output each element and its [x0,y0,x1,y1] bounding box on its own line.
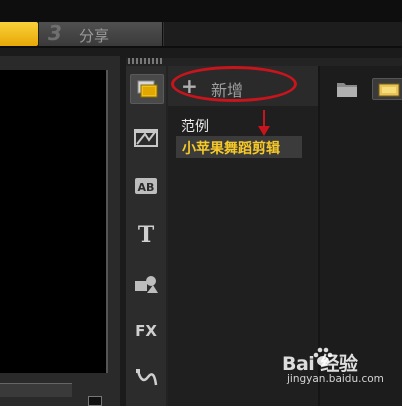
graphic-icon[interactable] [130,270,162,298]
view-mode-button[interactable] [372,78,402,100]
filmstrip-icon [378,83,400,97]
step-number: 3 [48,21,62,45]
panel-drag-handle[interactable] [128,58,164,64]
library-category-bar: AB T FX [126,66,166,406]
preview-scrubber[interactable] [0,383,72,397]
preview-control-button[interactable] [88,396,102,406]
library-item-custom[interactable]: 小苹果舞蹈剪辑 [182,138,280,158]
folder-icon[interactable] [336,80,358,98]
watermark-url: jingyan.baidu.com [287,373,384,385]
annotation-ellipse [171,66,297,102]
step-tab-share[interactable]: 3 分享 [38,21,162,46]
media-icon[interactable] [130,74,164,104]
title-ab-icon[interactable]: AB [130,172,162,200]
annotation-arrow [258,110,270,136]
preview-window [0,70,108,373]
library-item-samples[interactable]: 范例 [181,116,209,136]
step-label: 分享 [79,27,110,45]
fx-filter-icon[interactable]: FX [130,316,162,344]
paw-icon [313,347,333,366]
transition-icon[interactable] [130,124,162,152]
path-icon[interactable] [130,364,162,392]
text-t-icon[interactable]: T [130,220,162,248]
svg-text:T: T [138,223,155,245]
step-bar-filler [163,22,402,46]
svg-text:FX: FX [135,322,157,340]
svg-text:AB: AB [138,181,155,194]
step-tab-edit[interactable] [0,22,38,46]
